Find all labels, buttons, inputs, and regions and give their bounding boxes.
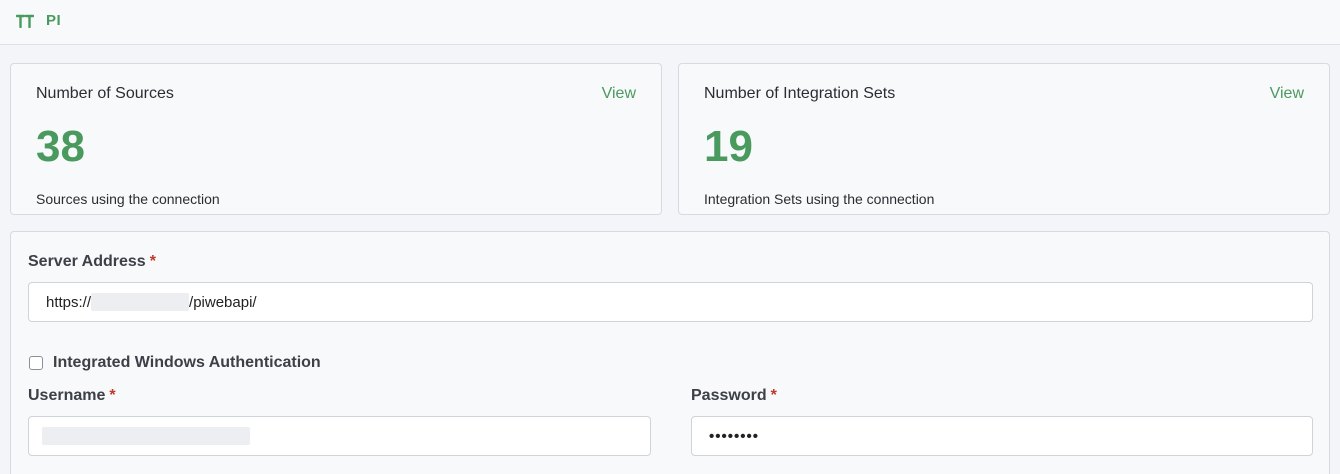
redacted-username xyxy=(42,427,250,445)
top-bar: PI xyxy=(0,0,1340,45)
username-label-text: Username xyxy=(28,387,106,404)
view-integration-sets-link[interactable]: View xyxy=(1270,85,1304,103)
windows-auth-checkbox[interactable] xyxy=(29,356,43,370)
server-address-label: Server Address * xyxy=(28,253,156,271)
view-sources-link[interactable]: View xyxy=(602,85,636,103)
redacted-host xyxy=(91,293,190,311)
integration-sets-stat-card: Number of Integration Sets View 19 Integ… xyxy=(678,63,1330,215)
tt-logo-icon xyxy=(16,14,34,28)
stat-title: Number of Sources xyxy=(36,85,174,102)
server-address-prefix: https:// xyxy=(46,293,92,311)
logo-text: PI xyxy=(46,12,62,29)
stat-value: 38 xyxy=(36,122,85,171)
server-address-suffix: /piwebapi/ xyxy=(189,293,257,311)
password-label: Password * xyxy=(691,387,777,405)
username-input[interactable] xyxy=(28,416,651,456)
app-logo[interactable]: PI xyxy=(16,12,61,29)
server-address-label-text: Server Address xyxy=(28,253,146,270)
required-marker: * xyxy=(770,387,777,404)
password-value: •••••••• xyxy=(709,427,760,445)
password-label-text: Password xyxy=(691,387,767,404)
required-marker: * xyxy=(109,387,116,404)
connection-form: Server Address * https:// /piwebapi/ Inte… xyxy=(10,231,1330,474)
server-address-input[interactable]: https:// /piwebapi/ xyxy=(28,282,1313,322)
stat-subtitle: Integration Sets using the connection xyxy=(704,191,935,207)
stat-subtitle: Sources using the connection xyxy=(36,191,220,207)
required-marker: * xyxy=(149,253,156,270)
username-label: Username * xyxy=(28,387,116,405)
stat-title: Number of Integration Sets xyxy=(704,85,896,102)
stat-value: 19 xyxy=(704,122,753,171)
windows-auth-label: Integrated Windows Authentication xyxy=(53,354,321,371)
sources-stat-card: Number of Sources View 38 Sources using … xyxy=(10,63,662,215)
password-input[interactable]: •••••••• xyxy=(691,416,1313,456)
